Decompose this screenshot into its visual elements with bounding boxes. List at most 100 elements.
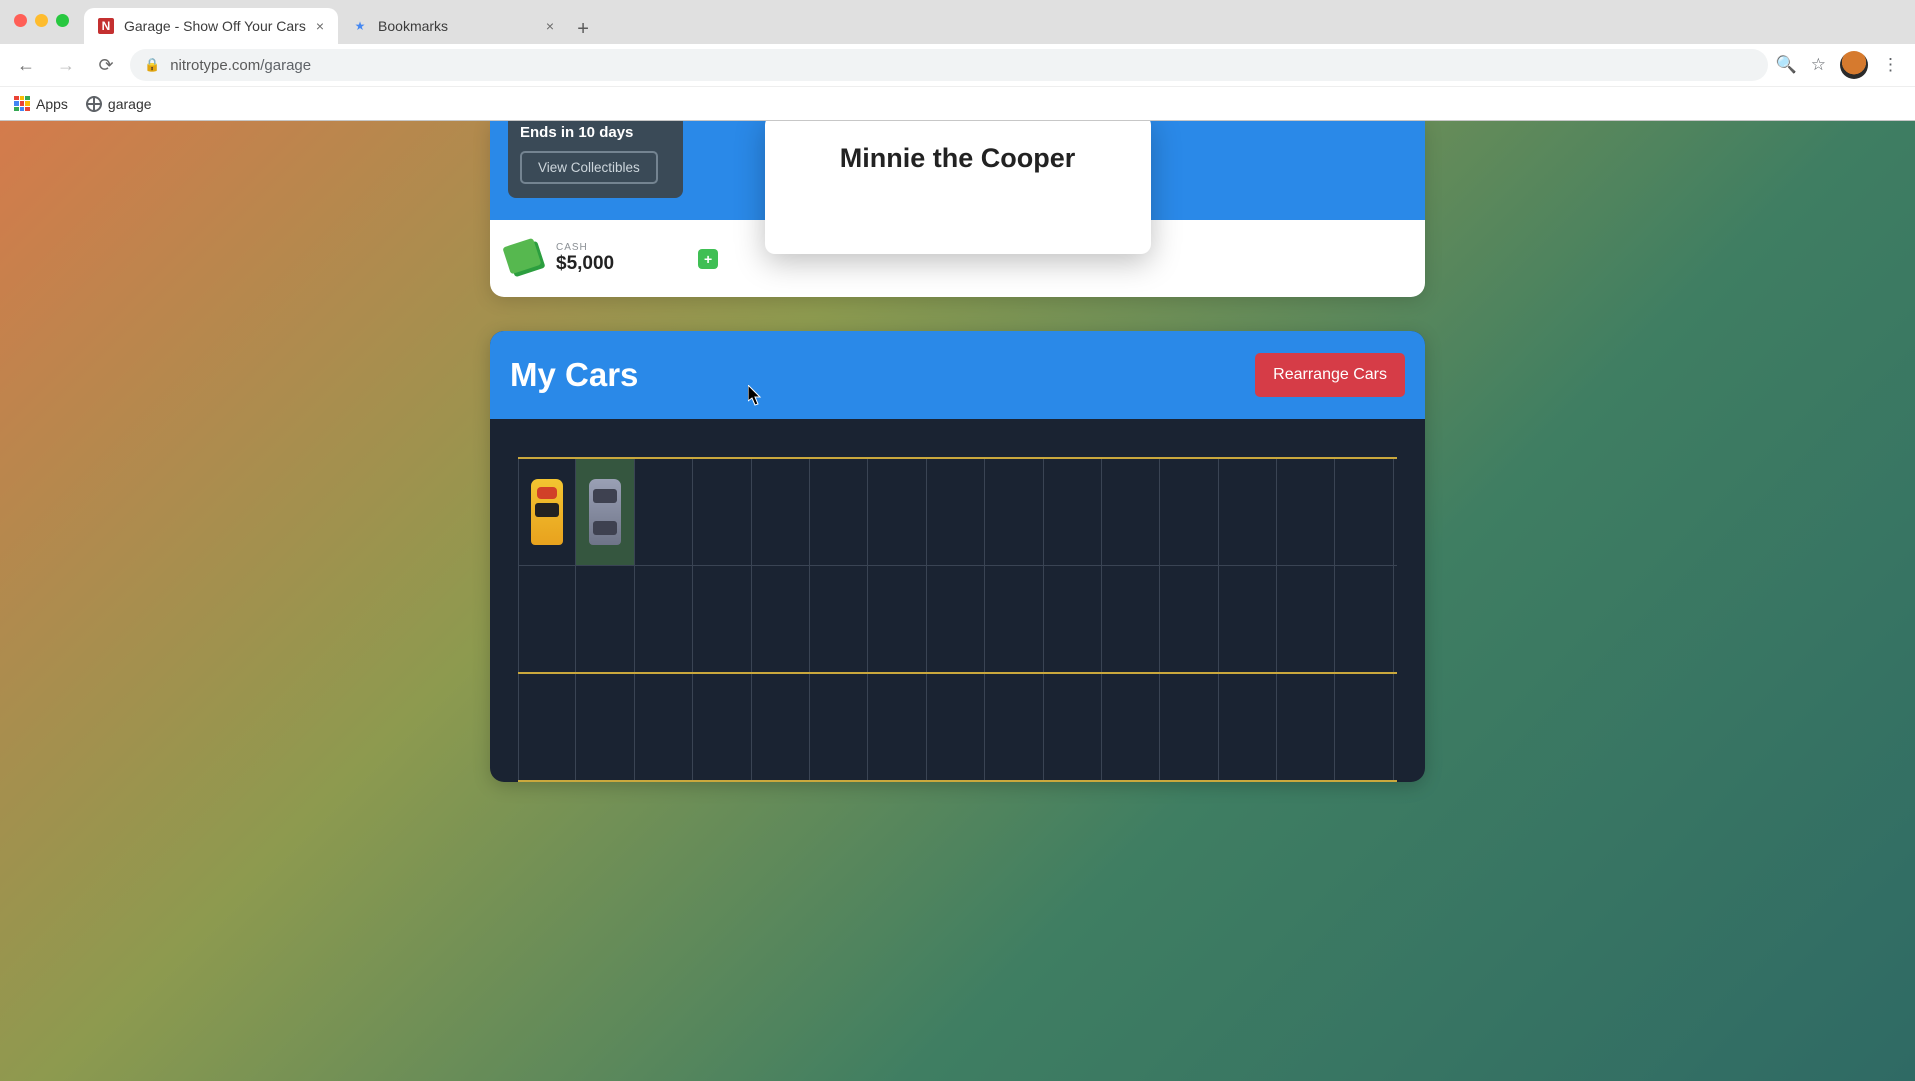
garage-slot[interactable] xyxy=(1102,674,1160,780)
garage-slot[interactable] xyxy=(693,459,751,565)
event-countdown: Ends in 10 days xyxy=(520,121,671,151)
my-cars-card: My Cars Rearrange Cars xyxy=(490,331,1425,782)
cash-icon xyxy=(506,240,545,277)
content-column: Ends in 10 days View Collectibles CASH $… xyxy=(490,121,1425,1081)
garage-slot[interactable] xyxy=(1044,566,1102,672)
tab-close-icon[interactable]: × xyxy=(546,18,554,34)
garage-slot[interactable] xyxy=(752,674,810,780)
close-window-button[interactable] xyxy=(14,14,27,27)
browser-chrome: N Garage - Show Off Your Cars × ★ Bookma… xyxy=(0,0,1915,121)
garage-slot[interactable] xyxy=(927,459,985,565)
view-collectibles-button[interactable]: View Collectibles xyxy=(520,151,658,184)
tab-garage[interactable]: N Garage - Show Off Your Cars × xyxy=(84,8,338,44)
garage-slot[interactable] xyxy=(752,566,810,672)
maximize-window-button[interactable] xyxy=(56,14,69,27)
tab-title: Garage - Show Off Your Cars xyxy=(124,18,306,34)
garage-slot[interactable] xyxy=(1160,674,1218,780)
add-cash-button[interactable]: + xyxy=(698,249,718,269)
url-text: nitrotype.com/garage xyxy=(170,57,311,74)
bookmark-apps[interactable]: Apps xyxy=(14,96,68,112)
garage-slot[interactable] xyxy=(1219,566,1277,672)
garage-slot[interactable] xyxy=(1044,674,1102,780)
garage-slot[interactable] xyxy=(985,459,1043,565)
lock-icon: 🔒 xyxy=(144,57,160,73)
favicon-star-icon: ★ xyxy=(352,18,368,34)
rearrange-cars-button[interactable]: Rearrange Cars xyxy=(1255,353,1405,397)
garage-slot[interactable] xyxy=(1160,566,1218,672)
car-yellow-hotrod[interactable] xyxy=(531,479,563,545)
cash-value: $5,000 xyxy=(556,253,614,274)
garage-slot[interactable] xyxy=(1335,566,1393,672)
garage-slot[interactable] xyxy=(985,566,1043,672)
garage-slot[interactable] xyxy=(635,674,693,780)
garage-slot[interactable] xyxy=(1160,459,1218,565)
search-icon[interactable]: 🔍 xyxy=(1776,55,1797,75)
garage-grid xyxy=(490,419,1425,782)
cash-text: CASH $5,000 xyxy=(556,242,614,275)
window-controls xyxy=(14,14,69,27)
back-button[interactable]: ← xyxy=(10,49,42,81)
tab-bookmarks[interactable]: ★ Bookmarks × xyxy=(338,8,568,44)
garage-slot[interactable] xyxy=(1277,566,1335,672)
garage-row xyxy=(518,565,1397,672)
minimize-window-button[interactable] xyxy=(35,14,48,27)
address-bar[interactable]: 🔒 nitrotype.com/garage xyxy=(130,49,1768,81)
garage-slot[interactable] xyxy=(693,674,751,780)
garage-slot[interactable] xyxy=(1277,459,1335,565)
event-box: Ends in 10 days View Collectibles xyxy=(508,121,683,198)
garage-slot[interactable] xyxy=(576,674,634,780)
globe-icon xyxy=(86,96,102,112)
new-tab-button[interactable]: + xyxy=(568,14,598,44)
garage-slot[interactable] xyxy=(518,674,576,780)
reload-button[interactable]: ⟳ xyxy=(90,49,122,81)
favicon-nitrotype-icon: N xyxy=(98,18,114,34)
garage-slot[interactable] xyxy=(985,674,1043,780)
garage-slot[interactable] xyxy=(927,566,985,672)
garage-slot[interactable] xyxy=(635,459,693,565)
bookmark-star-icon[interactable]: ☆ xyxy=(1811,55,1826,75)
profile-avatar[interactable] xyxy=(1840,51,1868,79)
bookmark-label: Apps xyxy=(36,96,68,112)
garage-slot[interactable] xyxy=(693,566,751,672)
url-path: /garage xyxy=(260,57,311,74)
tabs: N Garage - Show Off Your Cars × ★ Bookma… xyxy=(84,0,598,44)
tab-close-icon[interactable]: × xyxy=(316,18,324,34)
profile-card: Ends in 10 days View Collectibles CASH $… xyxy=(490,121,1425,297)
car-minnie-cooper[interactable] xyxy=(589,479,621,545)
garage-slot[interactable] xyxy=(1219,674,1277,780)
garage-slot[interactable] xyxy=(1335,459,1393,565)
my-cars-title: My Cars xyxy=(510,356,638,394)
garage-slot[interactable] xyxy=(518,566,576,672)
apps-grid-icon xyxy=(14,96,30,112)
garage-slot[interactable] xyxy=(868,566,926,672)
garage-slot[interactable] xyxy=(576,566,634,672)
garage-slot[interactable] xyxy=(927,674,985,780)
menu-icon[interactable]: ⋮ xyxy=(1882,55,1899,75)
tab-title: Bookmarks xyxy=(378,18,448,34)
bookmarks-bar: Apps garage xyxy=(0,86,1915,120)
garage-slot[interactable] xyxy=(576,459,634,565)
garage-slot[interactable] xyxy=(810,674,868,780)
browser-toolbar: ← → ⟳ 🔒 nitrotype.com/garage 🔍 ☆ ⋮ xyxy=(0,44,1915,86)
garage-row xyxy=(518,457,1397,565)
garage-slot[interactable] xyxy=(810,566,868,672)
garage-slot[interactable] xyxy=(1277,674,1335,780)
garage-slot[interactable] xyxy=(1044,459,1102,565)
forward-button[interactable]: → xyxy=(50,49,82,81)
garage-slot[interactable] xyxy=(810,459,868,565)
cash-label: CASH xyxy=(556,242,614,253)
car-popup-title: Minnie the Cooper xyxy=(785,143,1131,174)
garage-slot[interactable] xyxy=(868,459,926,565)
garage-row xyxy=(518,672,1397,782)
garage-slot[interactable] xyxy=(1102,459,1160,565)
garage-slot[interactable] xyxy=(752,459,810,565)
garage-slot[interactable] xyxy=(1219,459,1277,565)
garage-slot[interactable] xyxy=(1102,566,1160,672)
bookmark-garage[interactable]: garage xyxy=(86,96,152,112)
garage-slot[interactable] xyxy=(518,459,576,565)
tab-strip: N Garage - Show Off Your Cars × ★ Bookma… xyxy=(0,0,1915,44)
garage-slot[interactable] xyxy=(868,674,926,780)
car-detail-popup: Minnie the Cooper xyxy=(765,121,1151,254)
garage-slot[interactable] xyxy=(635,566,693,672)
garage-slot[interactable] xyxy=(1335,674,1393,780)
